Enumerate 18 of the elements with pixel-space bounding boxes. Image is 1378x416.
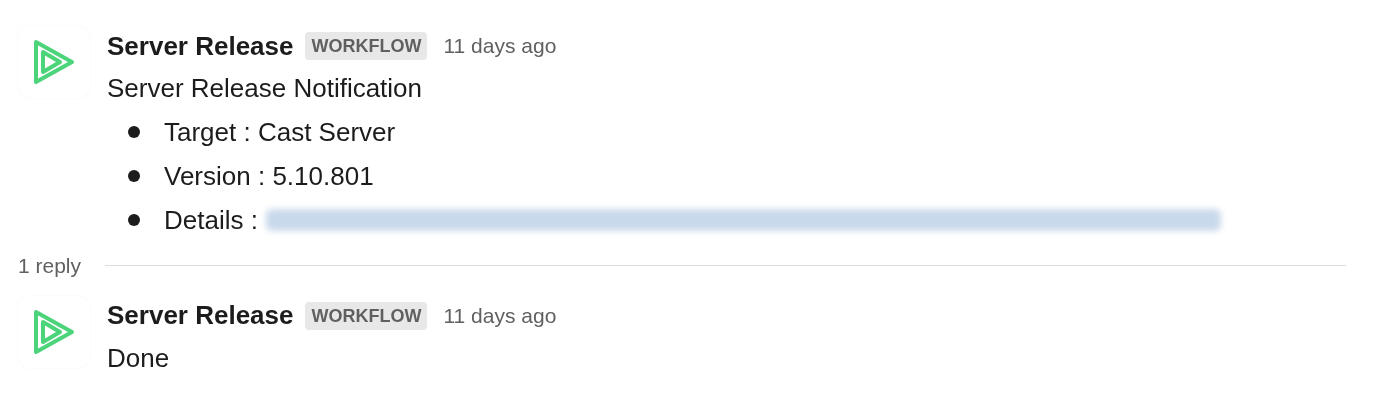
- blurred-link[interactable]: [265, 209, 1221, 231]
- workflow-tag: WORKFLOW: [305, 32, 428, 60]
- list-item-text: Target : Cast Server: [164, 115, 396, 149]
- list-item-text: Version : 5.10.801: [164, 159, 374, 193]
- bullet-icon: [128, 214, 140, 226]
- play-icon: [32, 38, 76, 86]
- list-item-text: Details :: [164, 203, 258, 237]
- message-text: Done: [107, 341, 171, 375]
- play-icon: [32, 307, 76, 356]
- workflow-tag: WORKFLOW: [305, 301, 428, 330]
- sender-name[interactable]: Server Release: [107, 26, 294, 66]
- sender-name[interactable]: Server Release: [107, 296, 294, 335]
- timestamp[interactable]: 11 days ago: [443, 30, 557, 62]
- bullet-icon: [128, 170, 140, 182]
- reply-count[interactable]: 1 reply: [18, 250, 82, 282]
- message-text: Server Release Notification: [107, 72, 424, 105]
- timestamp[interactable]: 11 days ago: [443, 299, 557, 332]
- bullet-icon: [128, 126, 140, 138]
